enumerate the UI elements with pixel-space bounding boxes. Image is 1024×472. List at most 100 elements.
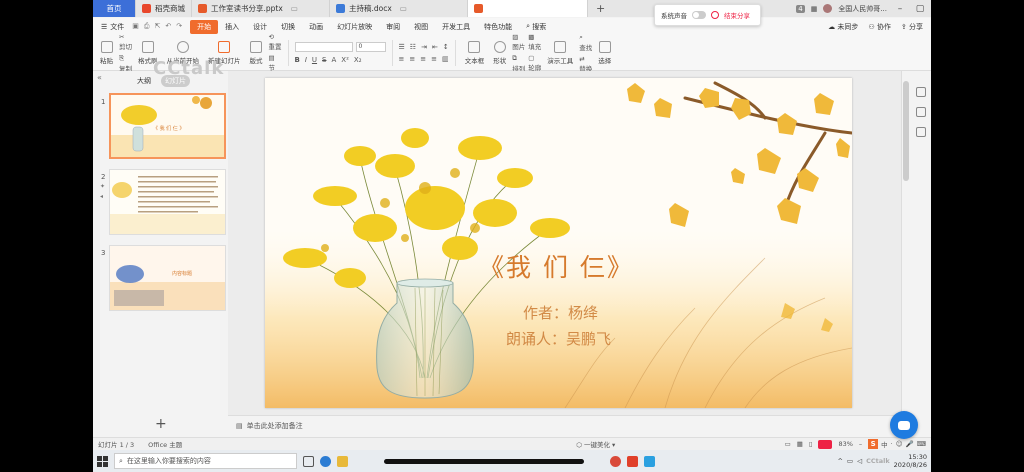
beautify-button[interactable]: ⬡ 一键美化 ▾ (576, 439, 615, 449)
font-color-button[interactable]: A (332, 56, 337, 64)
ime-punct[interactable]: · (891, 440, 893, 448)
menu-item-animation[interactable]: 动画 (302, 20, 330, 34)
cctalk-app-icon[interactable] (644, 455, 655, 467)
find-button[interactable]: ⌕ 查找 (579, 33, 592, 52)
play-slideshow-button[interactable] (818, 439, 833, 449)
system-sound-toggle[interactable] (692, 11, 706, 19)
ime-emoji[interactable]: ☺ (896, 440, 903, 448)
slide-title[interactable]: 《我 们 仨》 (479, 248, 634, 284)
chrome-icon[interactable] (610, 455, 621, 467)
file-menu[interactable]: ☰ 文件 (93, 22, 132, 32)
account-name[interactable]: 全国人民帅哥... (838, 4, 887, 14)
columns-icon[interactable]: ▥ (442, 55, 449, 63)
strikethrough-button[interactable]: S (322, 56, 326, 64)
network-icon[interactable]: ▭ (847, 457, 853, 465)
minimize-icon[interactable]: – (893, 4, 907, 14)
align-center-icon[interactable]: ≡ (409, 55, 415, 63)
print-icon[interactable]: ⎙ (144, 22, 150, 31)
notes-bar[interactable]: ▤ 单击此处添加备注 (228, 415, 901, 435)
reading-view-icon[interactable]: ▯ (809, 440, 813, 448)
properties-icon[interactable] (916, 87, 926, 97)
stop-icon[interactable] (711, 11, 719, 19)
reset-button[interactable]: ⟲ 重置 (269, 33, 282, 51)
outline-button[interactable]: ▢ 轮廓 (528, 54, 541, 72)
slide-author[interactable]: 作者：杨绛 (523, 302, 598, 323)
font-family-select[interactable] (294, 41, 353, 52)
zoom-level[interactable]: 83% (838, 440, 852, 448)
replace-button[interactable]: ⇄ 替换 (579, 55, 592, 73)
slide-sorter-icon[interactable]: ▦ (797, 440, 803, 448)
slide-thumbnail-3[interactable]: 内容标题 (109, 245, 226, 311)
ime-voice[interactable]: 🎤 (906, 440, 914, 448)
clock[interactable]: 15:30 2020/8/26 (894, 453, 927, 469)
save-icon[interactable]: ▣ (132, 22, 139, 31)
menu-item-design[interactable]: 设计 (246, 20, 274, 34)
tab-outline[interactable]: 大纲 (133, 75, 155, 87)
slide-thumbnail-2[interactable] (109, 169, 226, 235)
maximize-icon[interactable]: ▢ (913, 4, 927, 14)
section-button[interactable]: ▤ 节 (269, 54, 282, 72)
bullet-list-icon[interactable]: ☰ (399, 43, 405, 51)
align-left-icon[interactable]: ≡ (399, 55, 405, 63)
line-spacing-icon[interactable]: ↕ (443, 43, 449, 51)
windows-start-icon[interactable] (97, 455, 108, 467)
align-right-icon[interactable]: ≡ (420, 55, 426, 63)
menu-item-developer[interactable]: 开发工具 (435, 20, 477, 34)
font-size-select[interactable]: 0 (355, 41, 386, 52)
outdent-icon[interactable]: ⇤ (432, 43, 438, 51)
task-view-icon[interactable] (303, 455, 314, 467)
menu-item-transition[interactable]: 切换 (274, 20, 302, 34)
style-pane-icon[interactable] (916, 127, 926, 137)
tab-store[interactable]: 稻壳商城 (136, 0, 192, 17)
monitor-icon[interactable]: ▭ (291, 4, 298, 13)
tab-docx[interactable]: 主持稿.docx ▭ (330, 0, 468, 17)
monitor-icon-2[interactable]: ▭ (400, 4, 407, 13)
window-count-badge[interactable]: 4 (796, 4, 805, 13)
avatar[interactable] (823, 4, 833, 13)
menu-item-slideshow[interactable]: 幻灯片放映 (330, 20, 379, 34)
animation-pane-icon[interactable] (916, 107, 926, 117)
menu-search[interactable]: ⌕ 搜索 (519, 20, 553, 34)
shape-button[interactable]: 形状 (490, 40, 509, 65)
collaborate-button[interactable]: ⚇ 协作 (868, 22, 891, 32)
menu-item-features[interactable]: 特色功能 (477, 20, 519, 34)
sogou-icon[interactable]: S (868, 439, 879, 449)
picture-button[interactable]: ▨ 图片 (512, 33, 525, 51)
stop-sharing-button[interactable]: 结束分享 (724, 10, 750, 20)
menu-item-home[interactable]: 开始 (190, 19, 219, 34)
underline-button[interactable]: U (312, 56, 317, 64)
grid-icon[interactable]: ▦ (811, 5, 818, 13)
menu-item-review[interactable]: 审阅 (379, 20, 407, 34)
share-button[interactable]: ⇪ 分享 (901, 22, 923, 32)
presentation-tools-button[interactable]: 演示工具 (544, 40, 576, 65)
superscript-button[interactable]: X² (341, 56, 349, 64)
bold-button[interactable]: B (295, 56, 300, 64)
copy-button[interactable]: ⎘ 复制 (119, 54, 132, 73)
tab-pptx[interactable]: 工作室读书分享.pptx ▭ (192, 0, 330, 17)
vertical-scrollbar[interactable] (903, 81, 909, 181)
current-slide[interactable]: 《我 们 仨》 作者：杨绛 朗诵人：吴鹏飞 (265, 78, 852, 408)
arrange-button[interactable]: ⧉ 排列 (512, 54, 525, 73)
video-progress-bar[interactable] (384, 458, 584, 464)
menu-item-view[interactable]: 视图 (407, 20, 435, 34)
volume-icon[interactable]: ◁ (857, 457, 862, 465)
italic-button[interactable]: I (305, 56, 307, 64)
menu-item-insert[interactable]: 插入 (218, 20, 246, 34)
file-explorer-icon[interactable] (337, 455, 348, 467)
indent-icon[interactable]: ⇥ (421, 43, 427, 51)
ime-chinese[interactable]: 中 (881, 439, 888, 449)
sync-status[interactable]: ☁ 未同步 (828, 22, 858, 32)
taskbar-search-input[interactable]: ⌕ 在这里输入你要搜索的内容 (114, 453, 297, 469)
textbox-button[interactable]: 文本框 (462, 40, 488, 65)
new-tab-button[interactable]: + (588, 0, 613, 17)
export-icon[interactable]: ⇱ (155, 22, 161, 31)
normal-view-icon[interactable]: ▭ (785, 440, 791, 448)
numbered-list-icon[interactable]: ☷ (410, 43, 416, 51)
cut-button[interactable]: ✂ 剪切 (119, 33, 132, 51)
justify-icon[interactable]: ≡ (431, 55, 437, 63)
slide-thumbnail-1[interactable]: 《 我 们 仨 》 (109, 93, 226, 159)
paste-button[interactable]: 粘贴 (97, 40, 116, 65)
layout-button[interactable]: 版式 (247, 40, 266, 65)
select-button[interactable]: 选择 (595, 40, 614, 65)
subscript-button[interactable]: X₂ (354, 56, 362, 64)
